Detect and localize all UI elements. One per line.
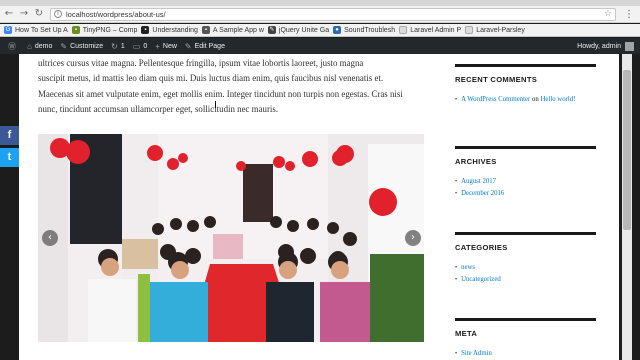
meta-link[interactable]: Site Admin	[461, 350, 492, 357]
recent-comments-widget: RECENT COMMENTS A WordPress Commenter on…	[455, 64, 605, 106]
widget-rule	[455, 146, 596, 149]
widget-rule	[455, 64, 596, 67]
facebook-share-icon[interactable]: f	[0, 126, 19, 145]
browser-toolbar: ← → ↻ i localhost/wordpress/about-us/ ☆ …	[0, 6, 640, 23]
slide-photo	[38, 134, 424, 342]
comments-button[interactable]: ▭ 0	[133, 42, 147, 51]
wp-admin-bar: Ⓦ ⌂ demo ✎ Customize ↻ 1 ▭ 0 + New ✎ Edit Page…	[0, 38, 640, 54]
bookmark-item[interactable]: ▪ TinyPNG – Comp	[71, 26, 137, 34]
pencil-icon: ✎	[184, 41, 192, 51]
comment-post-link[interactable]: Hello world!	[541, 96, 576, 103]
list-item: Uncategorized	[455, 274, 605, 286]
new-content-button[interactable]: + New	[155, 42, 177, 51]
comment-icon: ▭	[132, 41, 141, 51]
howdy-user[interactable]: Howdy, admin	[577, 43, 621, 50]
meta-widget: META Site Admin	[455, 318, 605, 360]
bookmark-item[interactable]: ● SoundTroublesh	[333, 26, 395, 34]
bookmark-favicon-icon: ✎	[267, 26, 276, 34]
scrollbar-thumb[interactable]	[623, 70, 631, 230]
list-item: A WordPress Commenter on Hello world!	[455, 94, 605, 106]
page-viewport: ultrices cursus vitae magna. Pellentesqu…	[0, 54, 640, 360]
bookmark-favicon-icon	[465, 26, 474, 34]
bookmark-favicon-icon	[399, 26, 408, 34]
comment-on-text: on	[532, 96, 539, 103]
archives-widget: ARCHIVES August 2017 December 2016	[455, 146, 605, 200]
list-item: August 2017	[455, 176, 605, 188]
article-text: ultrices cursus vitae magna. Pellentesqu…	[38, 56, 438, 118]
comment-author-link[interactable]: A WordPress Commenter	[461, 96, 530, 103]
article-line: suscipit metus, id mattis leo diam quis …	[38, 73, 384, 84]
widget-title: RECENT COMMENTS	[455, 75, 538, 84]
info-icon[interactable]: i	[54, 10, 62, 18]
text-cursor-icon: I	[214, 100, 217, 111]
list-item: Site Admin	[455, 348, 605, 360]
bookmark-item[interactable]: Laravel Admin P	[399, 26, 461, 34]
categories-widget: CATEGORIES news Uncategorized	[455, 232, 605, 286]
twitter-share-icon[interactable]: t	[0, 148, 19, 167]
address-url: localhost/wordpress/about-us/	[66, 9, 166, 19]
bookmark-favicon-icon: ▪	[141, 26, 150, 34]
widget-title: CATEGORIES	[455, 243, 508, 252]
forward-icon[interactable]: →	[18, 8, 30, 20]
reload-icon[interactable]: ↻	[33, 8, 45, 20]
updates-button[interactable]: ↻ 1	[111, 42, 125, 51]
category-link[interactable]: news	[461, 264, 475, 271]
widget-title: ARCHIVES	[455, 157, 497, 166]
category-link[interactable]: Uncategorized	[461, 276, 501, 283]
customize-button[interactable]: ✎ Customize	[60, 42, 103, 51]
wordpress-logo-icon: Ⓦ	[8, 41, 16, 51]
list-item: news	[455, 262, 605, 274]
article-line: Maecenas sit amet vulputate enim, eget m…	[38, 88, 403, 99]
site-name-button[interactable]: ⌂ demo	[27, 42, 52, 51]
brush-icon: ✎	[60, 41, 68, 51]
bookmark-star-icon[interactable]: ☆	[604, 9, 612, 19]
bookmark-item[interactable]: ▪ A Sample App w	[201, 26, 264, 34]
bookmark-item[interactable]: ✎ jQuery Unite Ga	[267, 26, 329, 34]
bookmark-favicon-icon: ▪	[71, 26, 80, 34]
bookmark-item[interactable]: G How To Set Up A	[4, 26, 68, 34]
site-content: ultrices cursus vitae magna. Pellentesqu…	[19, 54, 619, 360]
back-icon[interactable]: ←	[3, 8, 15, 20]
home-icon: ⌂	[27, 41, 32, 51]
categories-list: news Uncategorized	[455, 262, 605, 286]
bookmark-favicon-icon: G	[4, 26, 12, 34]
article-line: nunc, tincidunt accumsan ullamcorper ege…	[38, 104, 279, 115]
slider-prev-icon[interactable]: ‹	[42, 230, 58, 246]
bookmarks-bar: G How To Set Up A ▪ TinyPNG – Comp ▪ Unders…	[0, 24, 640, 37]
plus-icon: +	[155, 41, 160, 51]
image-slider[interactable]: ‹ ›	[38, 134, 424, 342]
slider-next-icon[interactable]: ›	[405, 230, 421, 246]
bookmark-favicon-icon: ▪	[201, 26, 210, 34]
bookmark-item[interactable]: Laravel-Parsley	[465, 26, 525, 34]
address-bar[interactable]: i localhost/wordpress/about-us/ ☆	[50, 7, 616, 21]
archive-link[interactable]: August 2017	[461, 178, 496, 185]
widget-rule	[455, 318, 596, 321]
edit-page-button[interactable]: ✎ Edit Page	[185, 42, 225, 51]
avatar[interactable]	[625, 41, 634, 51]
bookmark-item[interactable]: ▪ Understanding	[141, 26, 198, 34]
updates-icon: ↻	[111, 41, 118, 51]
wp-logo-button[interactable]: Ⓦ	[8, 41, 19, 52]
recent-comments-list: A WordPress Commenter on Hello world!	[455, 94, 605, 106]
article-line: ultrices cursus vitae magna. Pellentesqu…	[38, 58, 364, 68]
bookmark-favicon-icon: ●	[333, 26, 342, 34]
list-item: December 2016	[455, 188, 605, 200]
meta-list: Site Admin	[455, 348, 605, 360]
archives-list: August 2017 December 2016	[455, 176, 605, 200]
widget-title: META	[455, 329, 478, 338]
widget-rule	[455, 232, 596, 235]
page-scrollbar[interactable]	[622, 54, 632, 360]
archive-link[interactable]: December 2016	[461, 190, 504, 197]
browser-menu-icon[interactable]: ⋮	[624, 9, 634, 20]
